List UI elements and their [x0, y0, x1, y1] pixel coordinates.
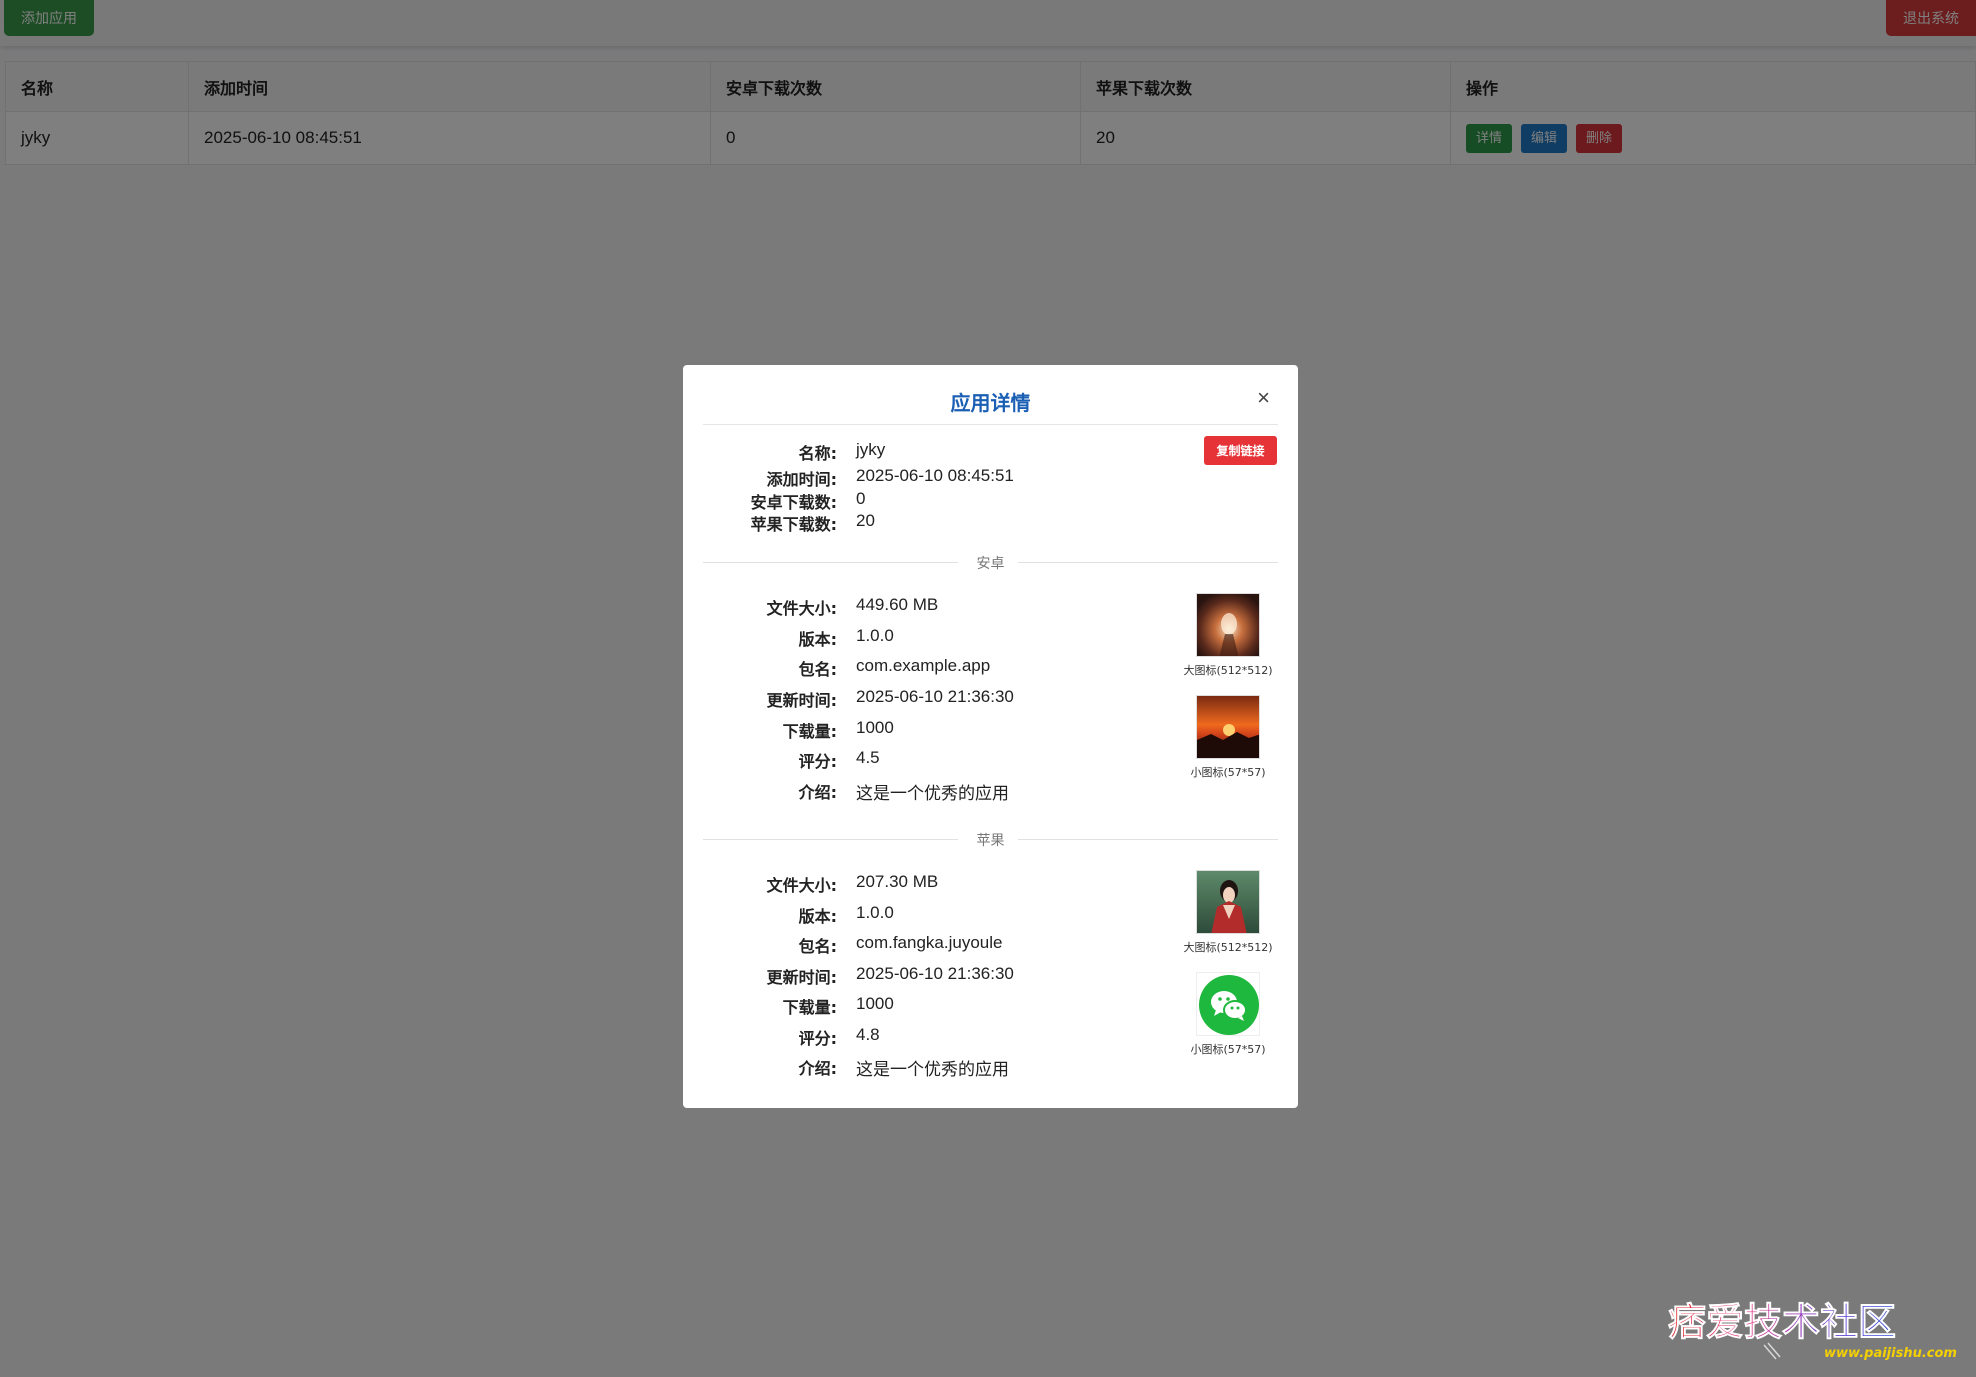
field-value: 1000 — [856, 718, 894, 737]
field-label: 版本: — [798, 630, 837, 649]
android-field-downloads: 下载量: 1000 — [703, 718, 1103, 741]
android-field-size: 文件大小: 449.60 MB — [703, 595, 1103, 618]
wechat-icon — [1196, 972, 1260, 1036]
ios-field-size: 文件大小: 207.30 MB — [703, 872, 1103, 895]
field-value: 207.30 MB — [856, 872, 939, 891]
android-field-updated: 更新时间: 2025-06-10 21:36:30 — [703, 687, 1103, 710]
field-label: 文件大小: — [766, 876, 837, 895]
ios-section-title: 苹果 — [976, 833, 1005, 849]
field-label: 版本: — [798, 907, 837, 926]
summary-label: 安卓下载数: — [750, 493, 837, 512]
field-label: 介绍: — [798, 783, 837, 802]
summary-value: 0 — [856, 489, 866, 508]
field-value: 这是一个优秀的应用 — [856, 784, 1009, 803]
android-field-rating: 评分: 4.5 — [703, 748, 1103, 771]
field-value: 这是一个优秀的应用 — [856, 1060, 1009, 1079]
app-icon-large — [1196, 593, 1260, 657]
field-value: 2025-06-10 21:36:30 — [856, 687, 1014, 706]
field-value: 1000 — [856, 994, 894, 1013]
ios-field-updated: 更新时间: 2025-06-10 21:36:30 — [703, 964, 1103, 987]
field-value: com.fangka.juyoule — [856, 933, 1003, 952]
svg-text:痞爱技术社区: 痞爱技术社区 — [1668, 1300, 1896, 1344]
field-value: 4.8 — [856, 1025, 880, 1044]
field-label: 介绍: — [798, 1059, 837, 1078]
small-icon-caption: 小图标(57*57) — [1190, 766, 1266, 779]
summary-row-name: 名称: jyky — [703, 440, 1103, 463]
field-value: 1.0.0 — [856, 626, 894, 645]
field-value: 1.0.0 — [856, 903, 894, 922]
field-value: 449.60 MB — [856, 595, 939, 614]
android-field-version: 版本: 1.0.0 — [703, 626, 1103, 649]
field-label: 更新时间: — [766, 968, 837, 987]
watermark-logo: 痞爱技术社区 www.paijishu.com — [1664, 1297, 1964, 1367]
summary-value: jyky — [856, 440, 886, 459]
field-label: 评分: — [798, 1029, 837, 1048]
field-value: 4.5 — [856, 748, 880, 767]
svg-text:www.paijishu.com: www.paijishu.com — [1824, 1346, 1957, 1361]
summary-label: 添加时间: — [766, 470, 837, 489]
field-label: 下载量: — [782, 998, 837, 1017]
small-icon-caption: 小图标(57*57) — [1190, 1043, 1266, 1056]
summary-value: 20 — [856, 511, 875, 530]
large-icon-caption: 大图标(512*512) — [1183, 664, 1273, 677]
android-field-package: 包名: com.example.app — [703, 656, 1103, 679]
field-label: 包名: — [798, 937, 837, 956]
ios-field-version: 版本: 1.0.0 — [703, 903, 1103, 926]
app-icon-large — [1196, 870, 1260, 934]
android-section-divider: 安卓 — [703, 552, 1278, 572]
summary-label: 名称: — [798, 444, 837, 463]
summary-row-ios-downloads: 苹果下载数: 20 — [703, 511, 1103, 534]
summary-row-android-downloads: 安卓下载数: 0 — [703, 489, 1103, 512]
android-small-icon: 小图标(57*57) — [1183, 695, 1273, 780]
field-label: 下载量: — [782, 722, 837, 741]
ios-field-rating: 评分: 4.8 — [703, 1025, 1103, 1048]
ios-field-intro: 介绍: 这是一个优秀的应用 — [703, 1055, 1103, 1079]
android-field-intro: 介绍: 这是一个优秀的应用 — [703, 779, 1103, 803]
field-label: 包名: — [798, 660, 837, 679]
summary-value: 2025-06-10 08:45:51 — [856, 466, 1014, 485]
close-icon[interactable]: × — [1257, 387, 1270, 409]
field-label: 更新时间: — [766, 691, 837, 710]
android-large-icon: 大图标(512*512) — [1183, 593, 1273, 678]
ios-section-divider: 苹果 — [703, 829, 1278, 849]
copy-link-button[interactable]: 复制链接 — [1204, 436, 1277, 465]
field-label: 文件大小: — [766, 599, 837, 618]
android-section-title: 安卓 — [976, 556, 1005, 572]
summary-label: 苹果下载数: — [750, 515, 837, 534]
app-icon-small — [1196, 695, 1260, 759]
ios-field-downloads: 下载量: 1000 — [703, 994, 1103, 1017]
field-value: 2025-06-10 21:36:30 — [856, 964, 1014, 983]
field-label: 评分: — [798, 752, 837, 771]
modal-header: 应用详情 × — [703, 365, 1278, 425]
field-value: com.example.app — [856, 656, 991, 675]
large-icon-caption: 大图标(512*512) — [1183, 941, 1273, 954]
summary-row-added-time: 添加时间: 2025-06-10 08:45:51 — [703, 466, 1103, 489]
ios-field-package: 包名: com.fangka.juyoule — [703, 933, 1103, 956]
ios-small-icon: 小图标(57*57) — [1183, 972, 1273, 1057]
modal-title: 应用详情 — [950, 391, 1031, 415]
ios-large-icon: 大图标(512*512) — [1183, 870, 1273, 955]
app-detail-modal: 应用详情 × 复制链接 名称: jyky 添加时间: 2025-06-10 08… — [683, 365, 1298, 1108]
